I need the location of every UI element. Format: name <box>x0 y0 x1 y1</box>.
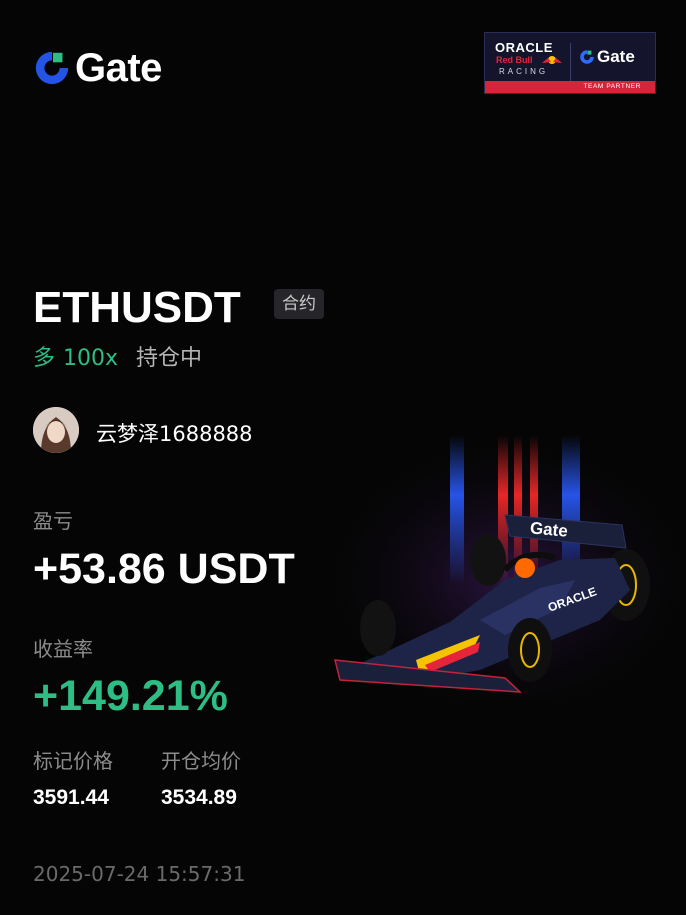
redbull-wordmark: Red Bull <box>496 55 533 65</box>
username: 云梦泽1688888 <box>96 422 253 446</box>
team-partner-badge: ORACLE Red Bull RACING Gate TEAM PARTNER <box>484 32 656 94</box>
oracle-wordmark: ORACLE <box>495 40 553 55</box>
position-leverage: 100x <box>63 346 119 371</box>
user-avatar-icon <box>33 407 79 453</box>
mark-price-label: 标记价格 <box>33 749 113 773</box>
position-info-row: 多 100x 持仓中 <box>33 340 202 372</box>
redbull-bulls-icon <box>542 56 562 64</box>
pnl-value: +53.86 USDT <box>33 545 295 593</box>
gate-mini-icon <box>580 50 594 64</box>
position-side: 多 <box>33 346 56 371</box>
trading-pair: ETHUSDT <box>33 283 241 332</box>
roi-value: +149.21% <box>33 672 228 720</box>
entry-price-value: 3534.89 <box>161 786 237 809</box>
rear-wing-livery: Gate <box>529 518 568 540</box>
partner-divider <box>570 43 571 81</box>
racing-wordmark: RACING <box>499 67 549 76</box>
pnl-label: 盈亏 <box>33 509 73 533</box>
timestamp: 2025-07-24 15:57:31 <box>33 862 246 886</box>
contract-tag: 合约 <box>274 289 324 319</box>
mark-price-value: 3591.44 <box>33 786 109 809</box>
roi-label: 收益率 <box>33 637 93 661</box>
front-left-tyre <box>360 600 396 656</box>
f1-car-illustration: Gate ORACLE <box>330 430 686 700</box>
front-right-tyre <box>508 618 552 682</box>
rear-left-tyre <box>470 534 506 586</box>
entry-price-label: 开仓均价 <box>161 749 241 773</box>
team-partner-strip: TEAM PARTNER <box>485 81 655 93</box>
driver-helmet <box>515 558 535 578</box>
gate-logo: Gate <box>33 48 162 88</box>
partner-gate-text: Gate <box>597 47 635 66</box>
gate-logo-text: Gate <box>75 46 162 90</box>
position-status: 持仓中 <box>136 346 203 371</box>
gate-logo-icon <box>35 51 69 85</box>
light-beam-blue <box>450 435 464 585</box>
partner-gate-logo: Gate <box>579 47 635 67</box>
avatar <box>33 407 79 453</box>
